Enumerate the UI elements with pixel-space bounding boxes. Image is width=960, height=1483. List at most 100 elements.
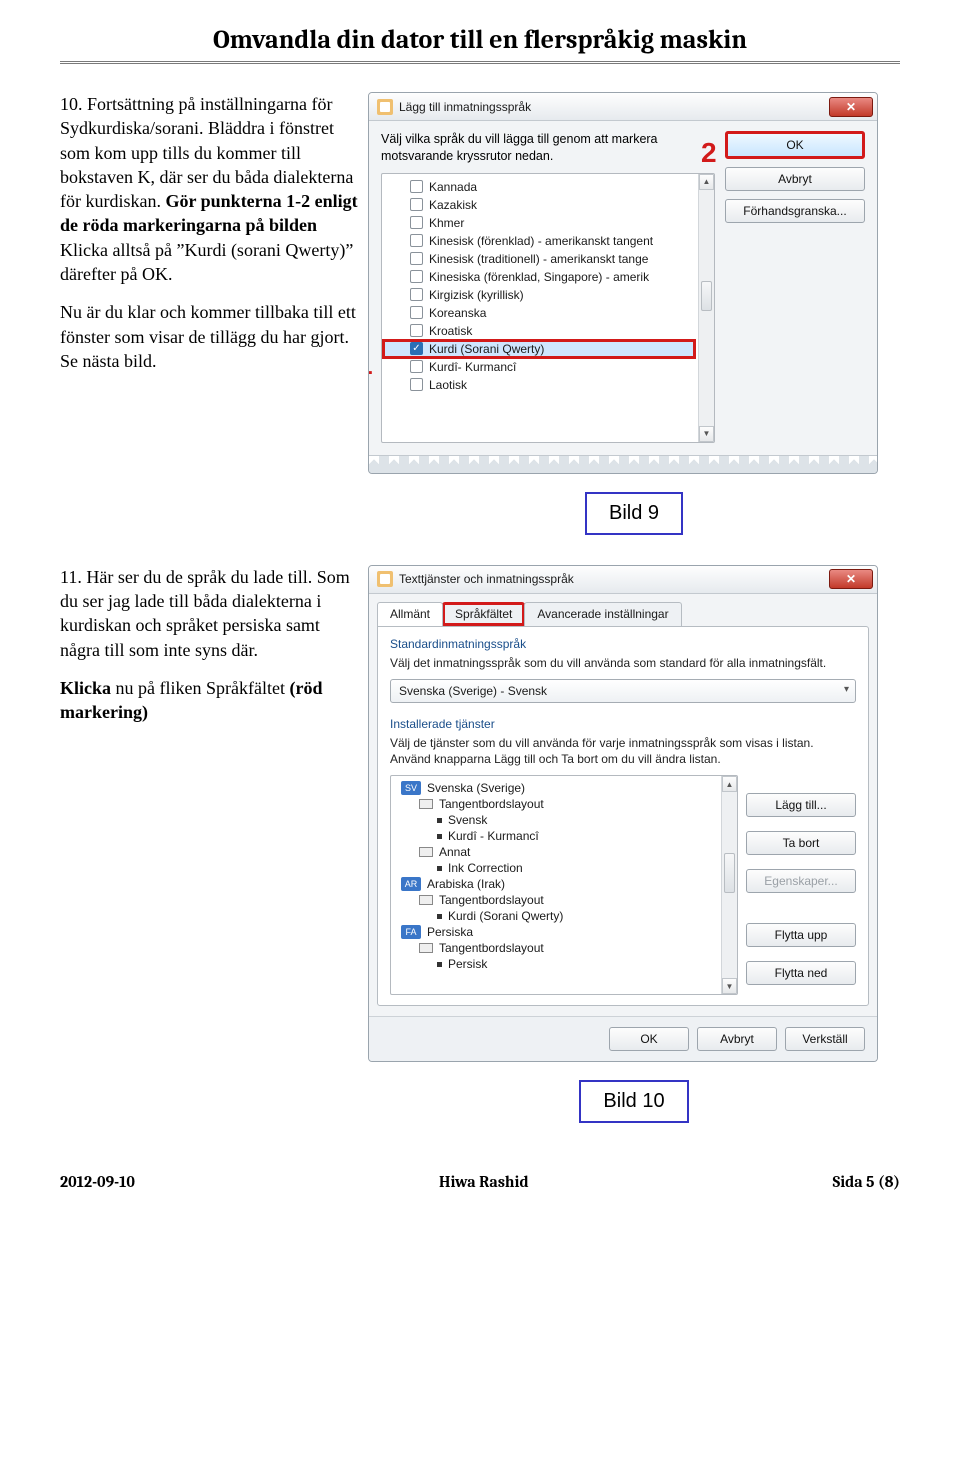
- close-icon: ✕: [846, 100, 856, 114]
- add-button[interactable]: Lägg till...: [746, 793, 856, 817]
- scroll-down-icon[interactable]: ▼: [699, 426, 714, 442]
- tab-language-bar[interactable]: Språkfältet: [442, 602, 525, 626]
- bullet-icon: [437, 834, 442, 839]
- checkbox[interactable]: [410, 288, 423, 301]
- apply-button[interactable]: Verkställ: [785, 1027, 865, 1051]
- dialog2-title: Texttjänster och inmatningsspråk: [399, 572, 574, 586]
- service-row[interactable]: Tangentbordslayout: [391, 892, 737, 908]
- language-item-label: Kinesisk (traditionell) - amerikanskt ta…: [429, 252, 648, 266]
- checkbox[interactable]: [410, 306, 423, 319]
- scroll-up-icon[interactable]: ▲: [722, 776, 737, 792]
- service-label: Tangentbordslayout: [439, 797, 544, 811]
- dialog-add-input-language: Lägg till inmatningsspråk ✕ Välj vilka s…: [368, 92, 878, 474]
- tab-general[interactable]: Allmänt: [377, 602, 443, 626]
- service-row[interactable]: Kurdi (Sorani Qwerty): [391, 908, 737, 924]
- language-item[interactable]: Kinesisk (förenklad) - amerikanskt tange…: [382, 232, 714, 250]
- step11-p2b: nu på fliken Språkfältet: [116, 678, 290, 698]
- language-item[interactable]: Laotisk: [382, 376, 714, 394]
- cancel-button[interactable]: Avbryt: [725, 167, 865, 191]
- dialog-text-services: Texttjänster och inmatningsspråk ✕ Allmä…: [368, 565, 878, 1063]
- cancel-button[interactable]: Avbryt: [697, 1027, 777, 1051]
- language-item[interactable]: Kazakisk: [382, 196, 714, 214]
- bullet-icon: [437, 914, 442, 919]
- language-item[interactable]: Kurdî- Kurmancî: [382, 358, 714, 376]
- service-label: Svensk: [448, 813, 487, 827]
- checkbox[interactable]: [410, 252, 423, 265]
- group-default-input-title: Standardinmatningsspråk: [390, 637, 856, 651]
- move-down-button[interactable]: Flytta ned: [746, 961, 856, 985]
- step11-text: 11. Här ser du de språk du lade till. So…: [60, 565, 360, 725]
- close-button[interactable]: ✕: [829, 569, 873, 589]
- service-row[interactable]: Tangentbordslayout: [391, 796, 737, 812]
- service-row[interactable]: SV Svenska (Sverige): [391, 780, 737, 796]
- ok-button[interactable]: OK: [725, 131, 865, 159]
- tab-advanced[interactable]: Avancerade inställningar: [524, 602, 681, 626]
- scroll-thumb[interactable]: [724, 853, 735, 893]
- language-badge: FA: [401, 925, 421, 939]
- checkbox[interactable]: [410, 216, 423, 229]
- keyboard-icon: [419, 847, 433, 857]
- language-item-label: Kroatisk: [429, 324, 472, 338]
- ok-button[interactable]: OK: [609, 1027, 689, 1051]
- language-item[interactable]: Khmer: [382, 214, 714, 232]
- service-row[interactable]: Persisk: [391, 956, 737, 972]
- service-row[interactable]: Svensk: [391, 812, 737, 828]
- scroll-down-icon[interactable]: ▼: [722, 978, 737, 994]
- bullet-icon: [437, 962, 442, 967]
- language-badge: SV: [401, 781, 421, 795]
- service-row[interactable]: FA Persiska: [391, 924, 737, 940]
- language-item[interactable]: Koreanska: [382, 304, 714, 322]
- checkbox[interactable]: [410, 324, 423, 337]
- step11-p1: Här ser du de språk du lade till. Som du…: [60, 567, 350, 660]
- bullet-icon: [437, 866, 442, 871]
- scrollbar[interactable]: ▲ ▼: [698, 174, 714, 442]
- language-list[interactable]: Kannada KazakiskKhmerKinesisk (förenklad)…: [381, 173, 715, 443]
- service-row[interactable]: Kurdî - Kurmancî: [391, 828, 737, 844]
- checkbox[interactable]: [410, 180, 423, 193]
- services-tree[interactable]: SV Svenska (Sverige) Tangentbordslayout Sve…: [390, 775, 738, 995]
- service-row[interactable]: ARArabiska (Irak): [391, 876, 737, 892]
- language-item-label: Kirgizisk (kyrillisk): [429, 288, 524, 302]
- checkbox[interactable]: [410, 234, 423, 247]
- service-label: Svenska (Sverige): [427, 781, 525, 795]
- service-label: Persiska: [427, 925, 473, 939]
- properties-button[interactable]: Egenskaper...: [746, 869, 856, 893]
- group-default-input-desc: Välj det inmatningsspråk som du vill anv…: [390, 655, 856, 671]
- language-item-label: Koreanska: [429, 306, 486, 320]
- checkbox[interactable]: [410, 198, 423, 211]
- footer-author: Hiwa Rashid: [439, 1173, 529, 1191]
- language-badge: AR: [401, 877, 421, 891]
- language-item-label: Kurdî- Kurmancî: [429, 360, 516, 374]
- language-item-label: Kannada: [429, 180, 477, 194]
- language-item[interactable]: Kroatisk: [382, 322, 714, 340]
- step10-text: 10. Fortsättning på inställningarna för …: [60, 92, 360, 373]
- checkbox[interactable]: ✓: [410, 342, 423, 355]
- scroll-up-icon[interactable]: ▲: [699, 174, 714, 190]
- close-button[interactable]: ✕: [829, 97, 873, 117]
- language-item[interactable]: Kinesisk (traditionell) - amerikanskt ta…: [382, 250, 714, 268]
- scrollbar[interactable]: ▲ ▼: [721, 776, 737, 994]
- step10-number: 10.: [60, 94, 83, 114]
- service-label: Kurdi (Sorani Qwerty): [448, 909, 563, 923]
- service-row[interactable]: Ink Correction: [391, 860, 737, 876]
- remove-button[interactable]: Ta bort: [746, 831, 856, 855]
- close-icon: ✕: [846, 572, 856, 586]
- page-footer: 2012-09-10 Hiwa Rashid Sida 5 (8): [60, 1173, 900, 1191]
- language-item[interactable]: ✓Kurdi (Sorani Qwerty): [382, 339, 696, 359]
- language-item[interactable]: Kannada: [382, 178, 714, 196]
- default-language-combo[interactable]: Svenska (Sverige) - Svensk: [390, 679, 856, 703]
- language-item[interactable]: Kinesiska (förenklad, Singapore) - ameri…: [382, 268, 714, 286]
- service-label: Annat: [439, 845, 470, 859]
- language-item[interactable]: Kirgizisk (kyrillisk): [382, 286, 714, 304]
- tab-panel-general: Standardinmatningsspråk Välj det inmatni…: [377, 626, 869, 1007]
- checkbox[interactable]: [410, 360, 423, 373]
- checkbox[interactable]: [410, 378, 423, 391]
- service-row[interactable]: Tangentbordslayout: [391, 940, 737, 956]
- service-row[interactable]: Annat: [391, 844, 737, 860]
- move-up-button[interactable]: Flytta upp: [746, 923, 856, 947]
- torn-edge: [369, 455, 877, 473]
- figure-label-9: Bild 9: [585, 492, 683, 535]
- checkbox[interactable]: [410, 270, 423, 283]
- scroll-thumb[interactable]: [701, 281, 712, 311]
- preview-button[interactable]: Förhandsgranska...: [725, 199, 865, 223]
